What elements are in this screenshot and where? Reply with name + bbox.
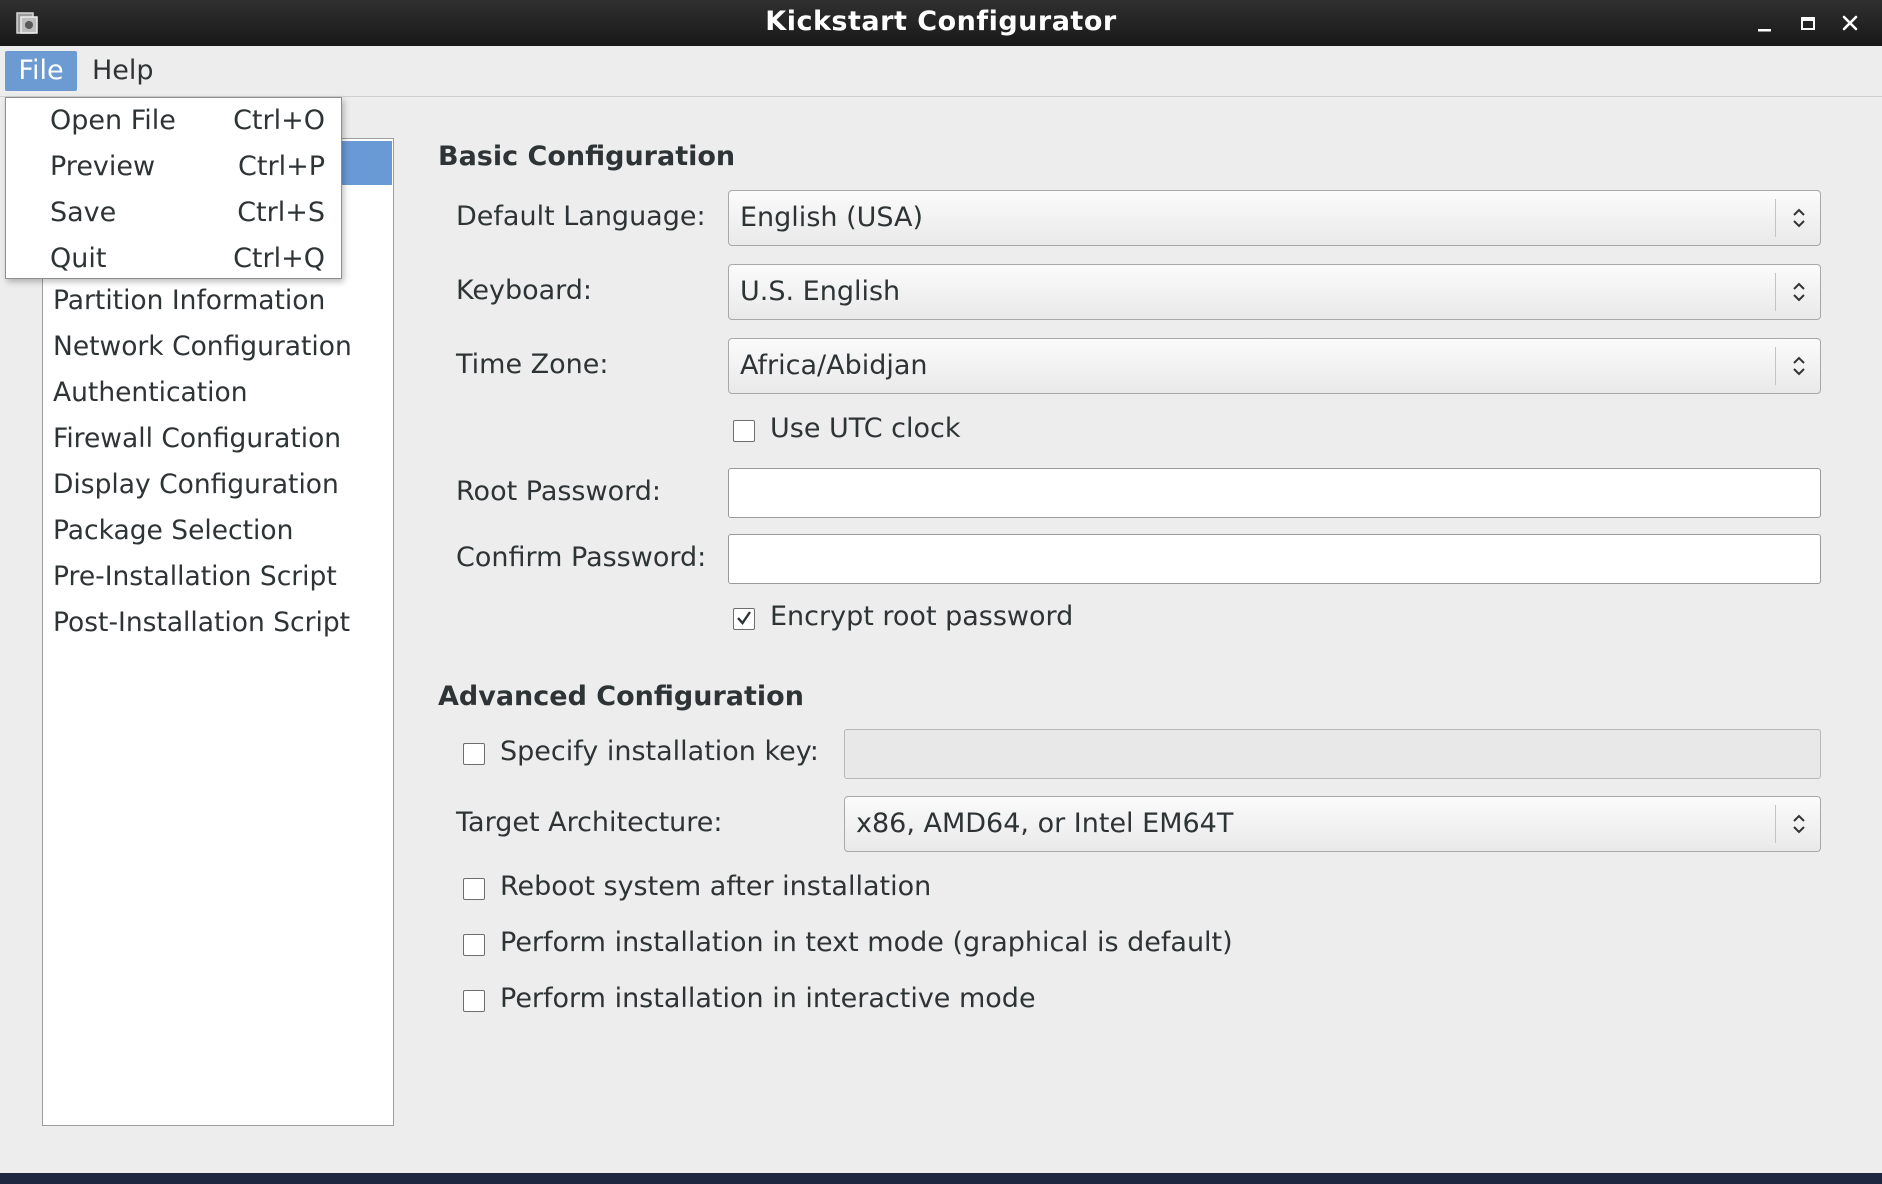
sidebar-item-package-selection[interactable]: Package Selection [53,508,293,554]
default-language-value: English (USA) [740,202,924,233]
confirm-password-input[interactable] [729,535,1820,583]
menu-item-shortcut: Ctrl+P [238,151,325,182]
menu-item-label: Preview [50,151,156,182]
title-bar[interactable]: Kickstart Configurator [0,0,1882,46]
updown-arrows-icon [1790,205,1808,231]
menu-item-save[interactable]: Save Ctrl+S [6,190,341,236]
default-language-combo[interactable]: English (USA) [728,190,1821,246]
keyboard-label: Keyboard: [456,275,593,306]
reboot-after-installation-checkbox[interactable] [463,878,485,900]
menu-item-open-file[interactable]: Open File Ctrl+O [6,98,341,144]
root-password-input[interactable] [729,469,1820,517]
target-architecture-combo[interactable]: x86, AMD64, or Intel EM64T [844,796,1821,852]
installation-key-field[interactable] [844,729,1821,779]
combo-separator [1775,347,1776,385]
advanced-configuration-heading: Advanced Configuration [438,681,804,712]
updown-arrows-icon [1790,811,1808,837]
keyboard-value: U.S. English [740,276,901,307]
interactive-mode-label: Perform installation in interactive mode [500,983,1036,1014]
updown-arrows-icon [1790,353,1808,379]
root-password-field[interactable] [728,468,1821,518]
sidebar-item-network-configuration[interactable]: Network Configuration [53,324,352,370]
checkmark-icon [737,611,751,625]
menu-item-label: Save [50,197,117,228]
maximize-icon[interactable] [1794,9,1822,37]
text-mode-checkbox[interactable] [463,934,485,956]
use-utc-clock-checkbox[interactable] [733,420,755,442]
menu-file[interactable]: File [5,51,77,91]
section-list: Partition Information Network Configurat… [42,138,394,1126]
sidebar-item-pre-installation-script[interactable]: Pre-Installation Script [53,554,337,600]
sidebar-item-authentication[interactable]: Authentication [53,370,248,416]
window-title: Kickstart Configurator [765,6,1117,37]
time-zone-label: Time Zone: [456,349,609,380]
menu-item-shortcut: Ctrl+O [233,105,325,136]
sidebar-item-partition-information[interactable]: Partition Information [53,278,325,324]
specify-installation-key-checkbox[interactable] [463,743,485,765]
sidebar-item-display-configuration[interactable]: Display Configuration [53,462,339,508]
text-mode-label: Perform installation in text mode (graph… [500,927,1233,958]
interactive-mode-checkbox[interactable] [463,990,485,1012]
menu-item-preview[interactable]: Preview Ctrl+P [6,144,341,190]
updown-arrows-icon [1790,279,1808,305]
default-language-label: Default Language: [456,201,706,232]
minimize-icon[interactable] [1750,9,1778,37]
root-password-label: Root Password: [456,476,661,507]
confirm-password-field[interactable] [728,534,1821,584]
menu-item-quit[interactable]: Quit Ctrl+Q [6,236,341,282]
basic-configuration-heading: Basic Configuration [438,141,736,172]
combo-separator [1775,273,1776,311]
sidebar-item-post-installation-script[interactable]: Post-Installation Script [53,600,350,646]
menu-item-shortcut: Ctrl+Q [233,243,325,274]
menu-item-label: Open File [50,105,176,136]
time-zone-value: Africa/Abidjan [740,350,928,381]
kickstart-window: Kickstart Configurator File Help Partiti… [0,0,1882,1173]
encrypt-root-password-checkbox[interactable] [733,608,755,630]
installation-key-input[interactable] [845,730,1820,778]
sidebar-item-firewall-configuration[interactable]: Firewall Configuration [53,416,341,462]
confirm-password-label: Confirm Password: [456,542,707,573]
close-icon[interactable] [1836,9,1864,37]
time-zone-combo[interactable]: Africa/Abidjan [728,338,1821,394]
use-utc-clock-label: Use UTC clock [770,413,961,444]
menu-item-shortcut: Ctrl+S [237,197,325,228]
keyboard-combo[interactable]: U.S. English [728,264,1821,320]
specify-installation-key-label: Specify installation key: [500,736,819,767]
menu-item-label: Quit [50,243,107,274]
reboot-after-installation-label: Reboot system after installation [500,871,932,902]
menu-help[interactable]: Help [80,51,166,91]
file-menu-dropdown: Open File Ctrl+O Preview Ctrl+P Save Ctr… [5,97,342,279]
target-architecture-label: Target Architecture: [456,807,723,838]
combo-separator [1775,199,1776,237]
menu-bar: File Help [0,46,1882,97]
encrypt-root-password-label: Encrypt root password [770,601,1074,632]
target-architecture-value: x86, AMD64, or Intel EM64T [856,808,1234,839]
combo-separator [1775,805,1776,843]
